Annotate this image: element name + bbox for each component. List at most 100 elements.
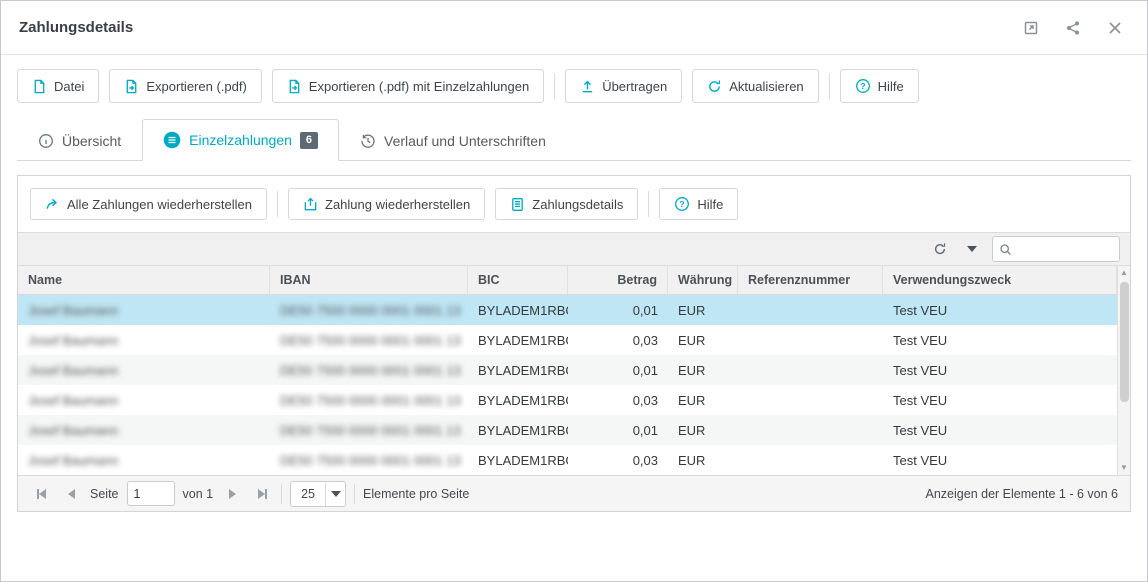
popout-icon[interactable] xyxy=(1017,14,1045,42)
cell-iban: DE50 7500 0000 0001 0001 13 xyxy=(270,415,468,445)
restore-all-payments-label: Alle Zahlungen wiederherstellen xyxy=(67,197,252,212)
payments-table: Name IBAN BIC Betrag Währung Referenznum… xyxy=(18,266,1130,475)
title-bar: Zahlungsdetails xyxy=(1,1,1147,55)
table-row[interactable]: Josef Baumann DE50 7500 0000 0001 0001 1… xyxy=(18,385,1117,415)
cell-iban: DE50 7500 0000 0001 0001 13 xyxy=(270,385,468,415)
cell-waehrung: EUR xyxy=(668,295,738,325)
cell-iban: DE50 7500 0000 0001 0001 13 xyxy=(270,355,468,385)
table-row[interactable]: Josef Baumann DE50 7500 0000 0001 0001 1… xyxy=(18,415,1117,445)
grid-help-icon: ? xyxy=(674,196,690,212)
history-icon xyxy=(360,133,376,149)
page-size-select[interactable]: 25 xyxy=(290,481,346,507)
scroll-down-icon[interactable]: ▼ xyxy=(1120,461,1128,475)
cell-name: Josef Baumann xyxy=(18,355,270,385)
restore-payment-label: Zahlung wiederherstellen xyxy=(325,197,470,212)
svg-text:?: ? xyxy=(860,81,865,91)
tab-uebersicht[interactable]: Übersicht xyxy=(17,121,142,160)
toolbar-divider xyxy=(554,73,555,99)
scrollbar-thumb[interactable] xyxy=(1120,282,1129,402)
file-icon xyxy=(32,79,47,94)
payments-count-badge: 6 xyxy=(300,132,318,149)
cell-betrag: 0,01 xyxy=(568,355,668,385)
last-page-button[interactable] xyxy=(251,483,273,505)
vertical-scrollbar[interactable]: ▲ ▼ xyxy=(1117,266,1130,475)
table-row[interactable]: Josef Baumann DE50 7500 0000 0001 0001 1… xyxy=(18,325,1117,355)
table-header: Name IBAN BIC Betrag Währung Referenznum… xyxy=(18,266,1117,295)
cell-betrag: 0,01 xyxy=(568,295,668,325)
tab-verlauf[interactable]: Verlauf und Unterschriften xyxy=(339,121,567,160)
grid-menu-caret-icon[interactable] xyxy=(960,237,984,261)
cell-referenznummer xyxy=(738,415,883,445)
cell-waehrung: EUR xyxy=(668,325,738,355)
table-row[interactable]: Josef Baumann DE50 7500 0000 0001 0001 1… xyxy=(18,445,1117,475)
cell-bic: BYLADEM1RBG xyxy=(468,415,568,445)
svg-text:?: ? xyxy=(680,199,685,209)
document-lines-icon xyxy=(510,197,525,212)
payment-details-button[interactable]: Zahlungsdetails xyxy=(495,188,638,220)
file-button[interactable]: Datei xyxy=(17,69,99,103)
per-page-label: Elemente pro Seite xyxy=(363,487,469,501)
cell-referenznummer xyxy=(738,355,883,385)
page-size-caret-icon xyxy=(331,491,341,497)
cell-bic: BYLADEM1RBG xyxy=(468,295,568,325)
export-pdf-button[interactable]: Exportieren (.pdf) xyxy=(109,69,261,103)
restore-all-payments-button[interactable]: Alle Zahlungen wiederherstellen xyxy=(30,188,267,220)
tab-einzelzahlungen[interactable]: Einzelzahlungen 6 xyxy=(142,119,339,161)
cell-betrag: 0,01 xyxy=(568,415,668,445)
page-size-value: 25 xyxy=(291,487,325,501)
grid-help-button[interactable]: ? Hilfe xyxy=(659,188,738,220)
column-header-betrag[interactable]: Betrag xyxy=(568,266,668,294)
cell-iban: DE50 7500 0000 0001 0001 13 xyxy=(270,445,468,475)
grid-refresh-icon[interactable] xyxy=(928,237,952,261)
grid-toolbar xyxy=(18,232,1130,266)
help-button[interactable]: ? Hilfe xyxy=(840,69,919,103)
info-icon xyxy=(38,133,54,149)
search-input[interactable] xyxy=(1018,242,1113,256)
cell-name: Josef Baumann xyxy=(18,385,270,415)
page-title: Zahlungsdetails xyxy=(19,19,133,36)
column-header-iban[interactable]: IBAN xyxy=(270,266,468,294)
first-page-button[interactable] xyxy=(30,483,52,505)
file-button-label: Datei xyxy=(54,79,84,94)
grid-search xyxy=(992,236,1120,262)
column-header-waehrung[interactable]: Währung xyxy=(668,266,738,294)
cell-name: Josef Baumann xyxy=(18,415,270,445)
page-label: Seite xyxy=(90,487,119,501)
cell-referenznummer xyxy=(738,295,883,325)
toolbar-divider-2 xyxy=(829,73,830,99)
cell-name: Josef Baumann xyxy=(18,445,270,475)
scroll-up-icon[interactable]: ▲ xyxy=(1120,266,1128,280)
cell-waehrung: EUR xyxy=(668,385,738,415)
restore-payment-button[interactable]: Zahlung wiederherstellen xyxy=(288,188,485,220)
cell-verwendungszweck: Test VEU xyxy=(883,415,1117,445)
column-header-bic[interactable]: BIC xyxy=(468,266,568,294)
table-row[interactable]: Josef Baumann DE50 7500 0000 0001 0001 1… xyxy=(18,355,1117,385)
pagination-bar: Seite von 1 25 Elemente pro Seite Anzeig… xyxy=(18,475,1130,511)
payment-details-label: Zahlungsdetails xyxy=(532,197,623,212)
elements-summary: Anzeigen der Elemente 1 - 6 von 6 xyxy=(926,487,1118,501)
transfer-button[interactable]: Übertragen xyxy=(565,69,682,103)
cell-waehrung: EUR xyxy=(668,445,738,475)
einzelzahlungen-panel: Alle Zahlungen wiederherstellen Zahlung … xyxy=(17,175,1131,512)
payment-details-dialog: Zahlungsdetails Datei xyxy=(0,0,1148,582)
cell-bic: BYLADEM1RBG xyxy=(468,445,568,475)
share-icon[interactable] xyxy=(1059,14,1087,42)
column-header-verwendungszweck[interactable]: Verwendungszweck xyxy=(883,266,1117,294)
next-page-button[interactable] xyxy=(221,483,243,505)
main-toolbar: Datei Exportieren (.pdf) Exportieren (.p… xyxy=(1,55,1147,113)
refresh-button-label: Aktualisieren xyxy=(729,79,803,94)
refresh-button[interactable]: Aktualisieren xyxy=(692,69,818,103)
page-of-label: von 1 xyxy=(183,487,214,501)
column-header-name[interactable]: Name xyxy=(18,266,270,294)
table-row[interactable]: Josef Baumann DE50 7500 0000 0001 0001 1… xyxy=(18,295,1117,325)
cell-bic: BYLADEM1RBG xyxy=(468,355,568,385)
tab-einzelzahlungen-label: Einzelzahlungen xyxy=(189,132,292,148)
prev-page-button[interactable] xyxy=(60,483,82,505)
column-header-referenznummer[interactable]: Referenznummer xyxy=(738,266,883,294)
close-icon[interactable] xyxy=(1101,14,1129,42)
cell-referenznummer xyxy=(738,385,883,415)
cell-waehrung: EUR xyxy=(668,355,738,385)
export-pdf-with-payments-button[interactable]: Exportieren (.pdf) mit Einzelzahlungen xyxy=(272,69,544,103)
cell-verwendungszweck: Test VEU xyxy=(883,325,1117,355)
page-number-input[interactable] xyxy=(127,481,175,506)
